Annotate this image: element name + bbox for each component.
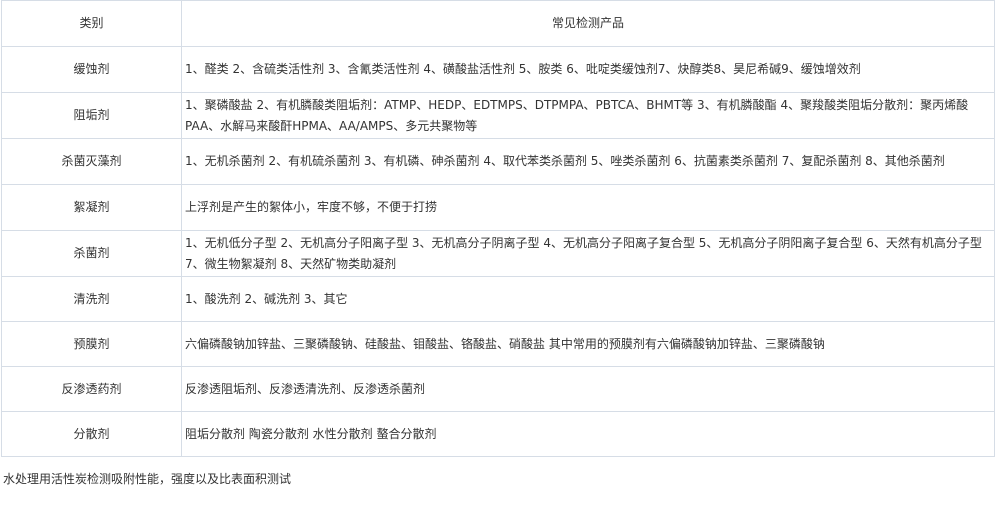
products-cell: 六偏磷酸钠加锌盐、三聚磷酸钠、硅酸盐、钼酸盐、铬酸盐、硝酸盐 其中常用的预膜剂有…	[181, 321, 995, 367]
table-row: 分散剂 阻垢分散剂 陶瓷分散剂 水性分散剂 螯合分散剂	[1, 411, 995, 457]
footer-note: 水处理用活性炭检测吸附性能，强度以及比表面积测试	[3, 472, 292, 486]
products-cell: 1、无机低分子型 2、无机高分子阳离子型 3、无机高分子阴离子型 4、无机高分子…	[181, 230, 995, 277]
table-row: 杀菌剂 1、无机低分子型 2、无机高分子阳离子型 3、无机高分子阴离子型 4、无…	[1, 230, 995, 277]
products-cell: 1、醛类 2、含硫类活性剂 3、含氰类活性剂 4、磺酸盐活性剂 5、胺类 6、吡…	[181, 46, 995, 93]
header-category: 类别	[1, 0, 182, 47]
products-cell: 1、聚磷酸盐 2、有机膦酸类阻垢剂：ATMP、HEDP、EDTMPS、DTPMP…	[181, 92, 995, 139]
category-cell: 缓蚀剂	[1, 46, 182, 93]
header-products: 常见检测产品	[181, 0, 995, 47]
category-cell: 絮凝剂	[1, 184, 182, 231]
category-cell: 分散剂	[1, 411, 182, 457]
products-table: 类别 常见检测产品 缓蚀剂 1、醛类 2、含硫类活性剂 3、含氰类活性剂 4、磺…	[1, 0, 995, 457]
category-cell: 杀菌灭藻剂	[1, 138, 182, 185]
table-row: 杀菌灭藻剂 1、无机杀菌剂 2、有机硫杀菌剂 3、有机磷、砷杀菌剂 4、取代苯类…	[1, 138, 995, 185]
table-row: 阻垢剂 1、聚磷酸盐 2、有机膦酸类阻垢剂：ATMP、HEDP、EDTMPS、D…	[1, 92, 995, 139]
table-row: 反渗透药剂 反渗透阻垢剂、反渗透清洗剂、反渗透杀菌剂	[1, 366, 995, 412]
table-row: 预膜剂 六偏磷酸钠加锌盐、三聚磷酸钠、硅酸盐、钼酸盐、铬酸盐、硝酸盐 其中常用的…	[1, 321, 995, 367]
category-cell: 杀菌剂	[1, 230, 182, 277]
table-header-row: 类别 常见检测产品	[1, 0, 995, 47]
category-cell: 阻垢剂	[1, 92, 182, 139]
products-cell: 阻垢分散剂 陶瓷分散剂 水性分散剂 螯合分散剂	[181, 411, 995, 457]
products-cell: 上浮剂是产生的絮体小，牢度不够，不便于打捞	[181, 184, 995, 231]
table-row: 絮凝剂 上浮剂是产生的絮体小，牢度不够，不便于打捞	[1, 184, 995, 231]
products-cell: 1、酸洗剂 2、碱洗剂 3、其它	[181, 276, 995, 322]
category-cell: 清洗剂	[1, 276, 182, 322]
table-row: 缓蚀剂 1、醛类 2、含硫类活性剂 3、含氰类活性剂 4、磺酸盐活性剂 5、胺类…	[1, 46, 995, 93]
products-cell: 1、无机杀菌剂 2、有机硫杀菌剂 3、有机磷、砷杀菌剂 4、取代苯类杀菌剂 5、…	[181, 138, 995, 185]
category-cell: 反渗透药剂	[1, 366, 182, 412]
category-cell: 预膜剂	[1, 321, 182, 367]
products-cell: 反渗透阻垢剂、反渗透清洗剂、反渗透杀菌剂	[181, 366, 995, 412]
table-row: 清洗剂 1、酸洗剂 2、碱洗剂 3、其它	[1, 276, 995, 322]
